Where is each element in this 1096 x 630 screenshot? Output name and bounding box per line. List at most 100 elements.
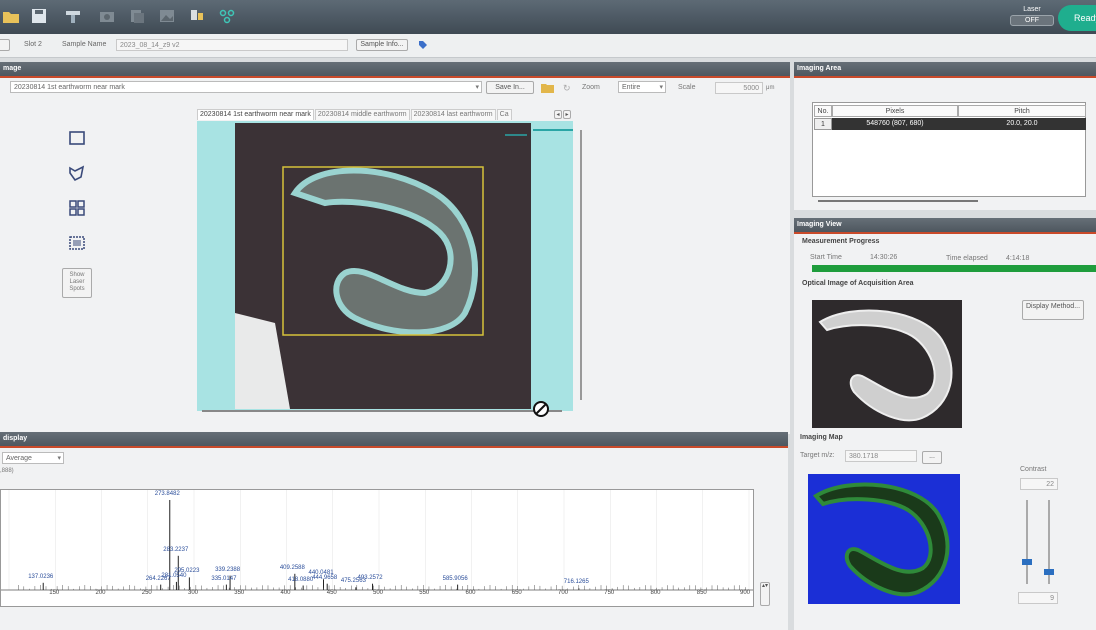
peak-label: 281.0540 [161,572,187,579]
main-toolbar: Laser OFF Ready [0,0,1096,34]
target-mz-browse-button[interactable]: ... [922,451,942,464]
sample-bar: Slot 2 Sample Name 2023_08_14_z9 v2 Samp… [0,34,1096,58]
refresh-icon[interactable]: ↻ [563,83,571,94]
time-elapsed-value: 4:14:18 [1006,255,1030,262]
x-tick-label: 250 [141,590,152,596]
col-pitch: Pitch [958,105,1086,117]
laser-state: OFF [1010,15,1054,26]
pages-icon[interactable] [128,7,146,25]
row-no[interactable]: 1 [814,118,832,130]
spectrum-scroll-button[interactable]: ▴▾ [760,582,770,606]
x-tick-label: 350 [234,590,245,596]
instrument-icon[interactable] [64,7,82,25]
contrast-label: Contrast [1020,466,1047,473]
region-grid-icon[interactable] [66,232,88,254]
laser-label: Laser [1023,6,1041,13]
x-tick-label: 500 [372,590,384,596]
target-mz-label: Target m/z: [800,452,835,459]
laser-indicator: Laser OFF [1010,6,1054,28]
contrast-high-handle[interactable] [1044,569,1054,575]
lasso-select-icon[interactable] [66,162,88,184]
x-tick-label: 850 [696,590,707,596]
peak-label: 444.9658 [312,574,338,581]
x-tick-label: 550 [419,590,430,596]
imaging-map-label: Imaging Map [800,434,843,441]
tab-middle-earthworm[interactable]: 20230814 middle earthworm [314,109,410,120]
save-icon[interactable] [30,7,48,25]
peak-label: 339.2388 [215,566,241,573]
tag-icon[interactable] [418,40,428,50]
image-tabs: 20230814 1st earthworm near mark 20230814… [197,109,577,121]
col-pixels: Pixels [832,105,958,117]
sample-name-field[interactable]: 2023_08_14_z9 v2 [116,39,348,51]
peak-label: 418.0880 [288,576,314,583]
scale-label: Scale [678,84,696,91]
display-method-button[interactable]: Display Method... [1022,300,1084,320]
measurement-progress-label: Measurement Progress [802,238,880,245]
tool-icon[interactable] [188,7,206,25]
x-tick-label: 900 [739,590,751,596]
col-no: No. [814,105,832,117]
scale-input[interactable]: 5000 [715,82,763,94]
x-tick-label: 750 [604,590,615,596]
folder-open-icon[interactable] [2,7,20,25]
imaging-area-header: Imaging Area [794,62,1096,78]
spectrum-mode-dropdown[interactable]: Average [2,452,64,464]
imaging-map-image [808,474,960,604]
start-time-value: 14:30:26 [870,254,898,261]
image-panel-header: mage [0,62,790,78]
optical-image-label: Optical Image of Acquisition Area [802,280,914,287]
slide-view[interactable] [197,121,573,411]
ready-button[interactable]: Ready [1058,5,1096,31]
peak-label: 475.2563 [340,578,366,585]
tab-first-earthworm[interactable]: 20230814 1st earthworm near mark [197,109,314,120]
save-in-button[interactable]: Save In... [486,81,534,94]
row-pitch[interactable]: 20.0, 20.0 [958,118,1086,130]
imaging-view-header: Imaging View [794,218,1096,234]
image-icon[interactable] [158,7,176,25]
tab-scroll-left-button[interactable]: ◂ [554,110,562,119]
camera-icon[interactable] [98,7,116,25]
grid-select-icon[interactable] [66,197,88,219]
tab-last-earthworm[interactable]: 20230814 last earthworm [410,109,496,120]
tab-ca[interactable]: Ca [496,109,512,120]
peak-label: 283.2237 [163,546,189,553]
table-horizontal-scrollbar[interactable] [818,200,978,202]
target-mz-input[interactable]: 380.1718 [845,450,917,462]
contrast-low-handle[interactable] [1022,559,1032,565]
imaging-area-panel: Imaging Area [794,62,1096,210]
x-tick-label: 700 [557,590,569,596]
scale-unit: μm [766,85,775,91]
x-tick-label: 600 [465,590,476,596]
peak-label: 409.2588 [279,564,305,571]
open-folder-icon[interactable] [541,82,554,93]
time-elapsed-label: Time elapsed [946,255,988,262]
slot-toggle-button[interactable] [0,39,10,51]
rectangle-select-icon[interactable] [66,127,88,149]
row-pixels[interactable]: 548760 (807, 680) [832,118,958,130]
x-tick-label: 150 [49,590,60,596]
molecule-icon[interactable] [218,7,236,25]
slide-horizontal-scrollbar[interactable] [202,410,562,412]
spectrum-svg [1,490,753,591]
peak-label: 335.0147 [211,575,237,582]
slide-vertical-scrollbar[interactable] [580,130,582,400]
contrast-slider-track-low [1026,500,1028,584]
contrast-max-input[interactable]: 22 [1020,478,1058,490]
image-file-dropdown[interactable]: 20230814 1st earthworm near mark [10,81,482,93]
contrast-min-input[interactable]: 9 [1018,592,1058,604]
scale-bar [533,129,573,131]
x-tick-label: 400 [280,590,291,596]
spectrum-header: display [0,432,788,448]
sample-name-label: Sample Name [62,41,107,48]
optical-acquisition-image [812,300,962,428]
show-laser-spots-button[interactable]: Show Laser Spots [62,268,92,298]
tab-scroll-right-button[interactable]: ▸ [563,110,571,119]
zoom-label: Zoom [582,84,600,91]
x-tick-label: 650 [511,590,522,596]
progress-fill [812,265,1096,272]
zoom-dropdown[interactable]: Entire [618,81,666,93]
optical-slide-image [235,123,531,409]
peak-label: 273.8482 [154,491,180,497]
sample-info-button[interactable]: Sample Info... [356,39,408,51]
